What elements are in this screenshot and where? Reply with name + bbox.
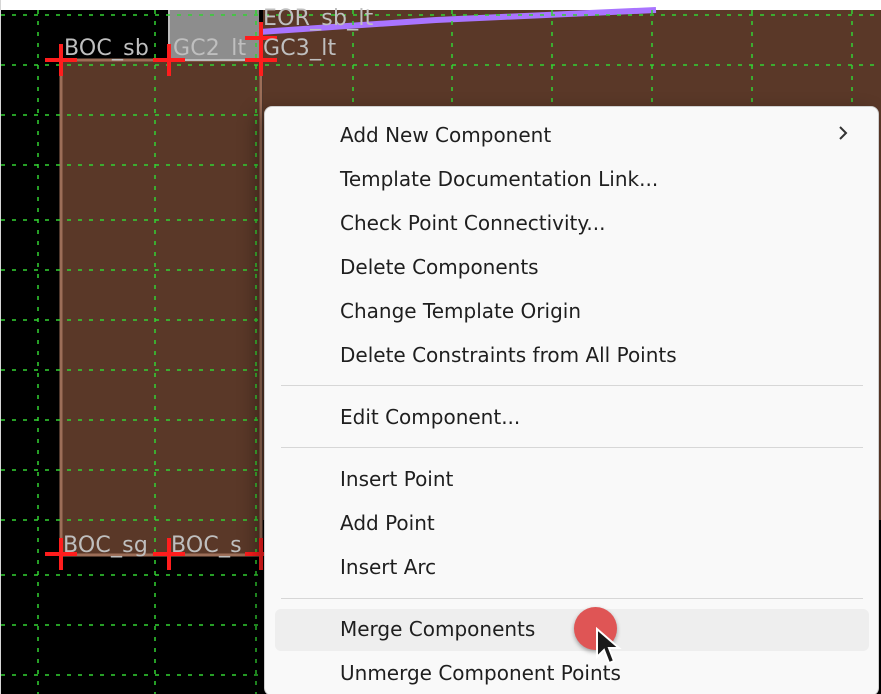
menu-item-label: Edit Component...: [340, 405, 521, 429]
menu-item-edit-component[interactable]: Edit Component...: [275, 397, 869, 439]
menu-item-label: Insert Point: [340, 467, 454, 491]
menu-item-insert-point[interactable]: Insert Point: [275, 459, 869, 501]
menu-item-label: Unmerge Component Points: [340, 661, 621, 685]
menu-item-delete-components[interactable]: Delete Components: [275, 247, 869, 289]
menu-item-label: Merge Components: [340, 617, 536, 641]
template-viewer-canvas[interactable]: EOR_sb_lt BOC_sb GC2_lt GC3_lt BOC_sg BO…: [0, 0, 881, 694]
boc-top-label: BOC_sb: [64, 36, 150, 61]
menu-item-add-point[interactable]: Add Point: [275, 503, 869, 545]
menu-item-check-point-connectivity[interactable]: Check Point Connectivity...: [275, 203, 869, 245]
menu-item-label: Change Template Origin: [340, 299, 581, 323]
context-menu: Add New Component Template Documentation…: [264, 106, 879, 694]
menu-item-label: Template Documentation Link...: [340, 167, 659, 191]
menu-item-label: Add Point: [340, 511, 435, 535]
bottom-overlap-label: BOC_s: [171, 533, 242, 558]
menu-item-add-new-component[interactable]: Add New Component: [275, 115, 869, 157]
menu-item-template-documentation-link[interactable]: Template Documentation Link...: [275, 159, 869, 201]
gc2-label: GC2_lt: [173, 36, 247, 61]
menu-item-label: Delete Constraints from All Points: [340, 343, 677, 367]
gc3-label: GC3_lt: [263, 36, 337, 61]
eor-label: EOR_sb_lt: [263, 6, 374, 31]
menu-item-label: Insert Arc: [340, 555, 437, 579]
menu-item-unmerge-component-points[interactable]: Unmerge Component Points: [275, 653, 869, 694]
menu-item-merge-components[interactable]: Merge Components: [275, 609, 869, 651]
menu-item-label: Check Point Connectivity...: [340, 211, 606, 235]
menu-separator: [281, 447, 863, 448]
left-component-area[interactable]: [59, 58, 263, 557]
mouse-pointer-icon: [596, 627, 622, 665]
menu-item-label: Delete Components: [340, 255, 539, 279]
menu-separator: [281, 598, 863, 599]
menu-item-label: Add New Component: [340, 123, 552, 147]
chevron-right-icon: [839, 126, 848, 140]
menu-separator: [281, 385, 863, 386]
menu-item-change-template-origin[interactable]: Change Template Origin: [275, 291, 869, 333]
menu-item-delete-constraints-all-points[interactable]: Delete Constraints from All Points: [275, 335, 869, 377]
boc-bottom-label: BOC_sg: [63, 533, 149, 558]
menu-item-insert-arc[interactable]: Insert Arc: [275, 547, 869, 589]
